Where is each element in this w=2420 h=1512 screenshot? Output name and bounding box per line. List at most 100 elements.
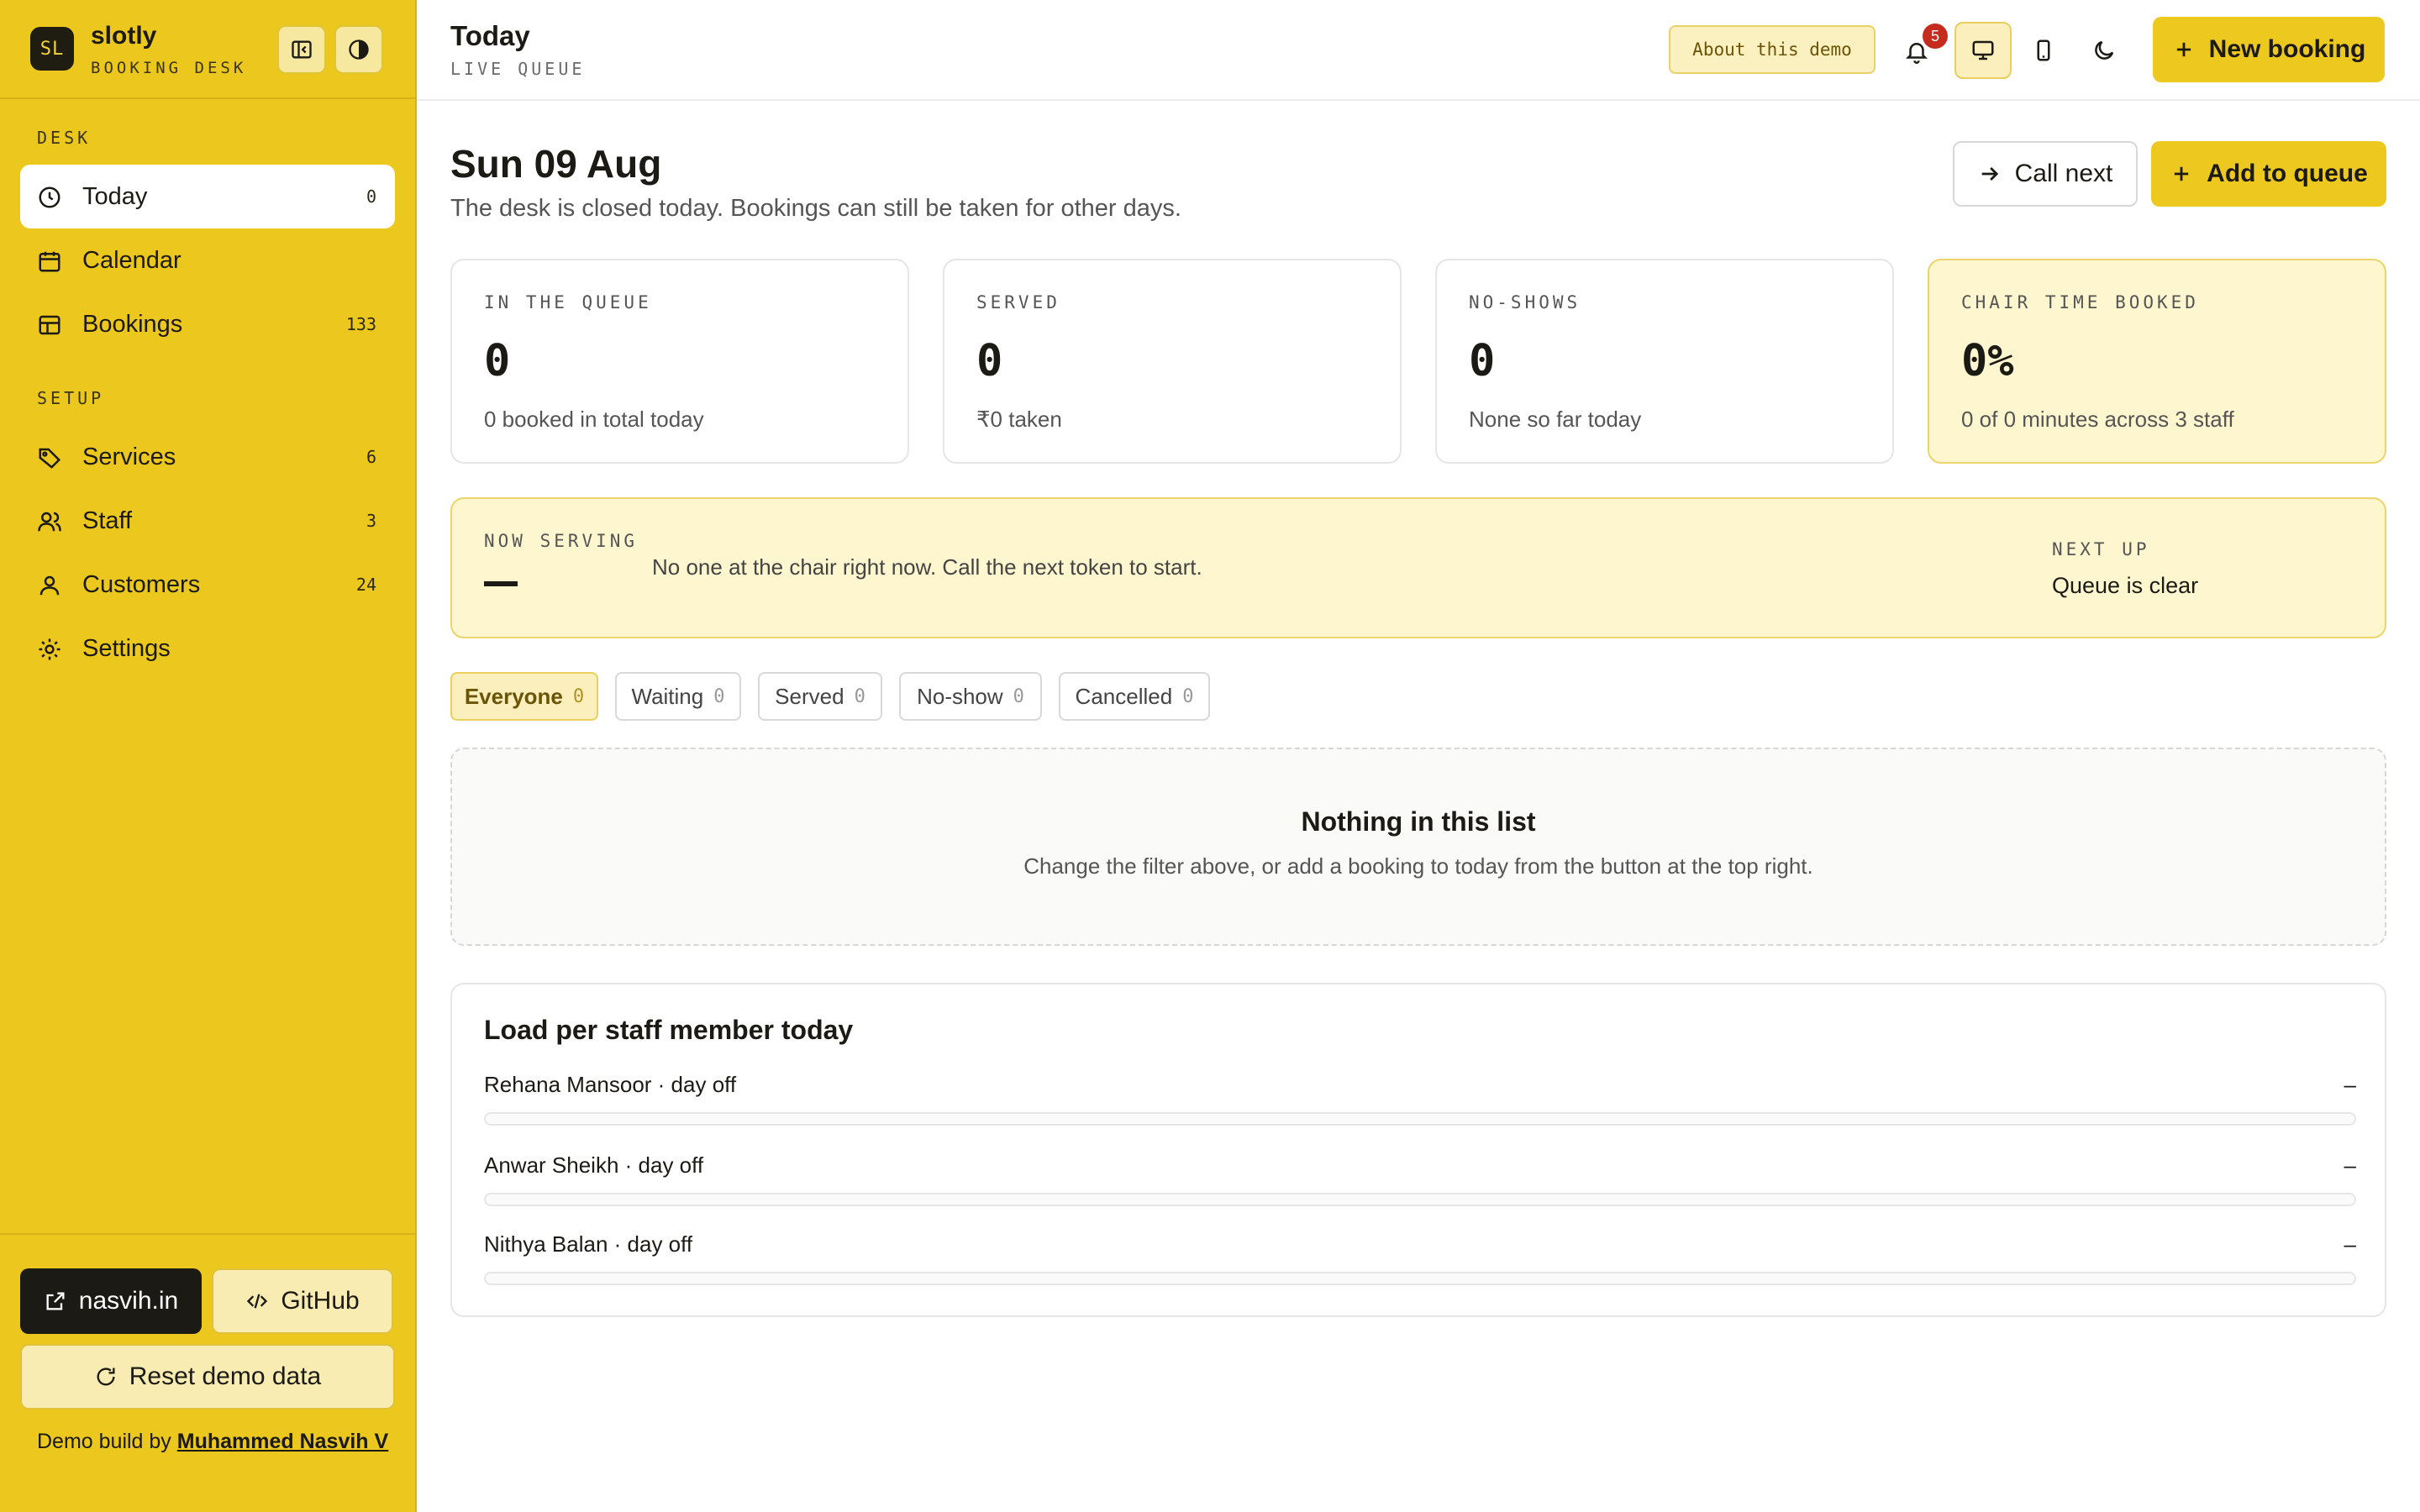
phone-icon xyxy=(2037,39,2050,61)
sidebar-item-customers[interactable]: Customers 24 xyxy=(20,553,395,617)
staff-load-value: – xyxy=(2344,1231,2356,1257)
refresh-icon xyxy=(97,1368,115,1386)
about-demo-button[interactable]: About this demo xyxy=(1669,25,1876,74)
sidebar-item-label: Customers xyxy=(82,570,201,598)
sidebar-item-label: Settings xyxy=(82,634,171,662)
add-to-queue-label: Add to queue xyxy=(2207,160,2368,187)
top-bar: Today LIVE QUEUE About this demo 5 New b… xyxy=(417,0,2420,101)
filter-served[interactable]: Served 0 xyxy=(758,672,882,721)
filter-no-show[interactable]: No-show 0 xyxy=(899,672,1042,721)
staff-load-value: – xyxy=(2344,1072,2356,1097)
brand-subtitle: BOOKING DESK xyxy=(91,59,247,77)
sidebar-item-count: 6 xyxy=(366,447,376,467)
dark-mode-button[interactable] xyxy=(2075,22,2133,79)
sidebar-item-count: 133 xyxy=(345,314,376,334)
add-to-queue-button[interactable]: Add to queue xyxy=(2151,141,2386,207)
plus-icon xyxy=(2175,166,2189,181)
stat-card-queue: IN THE QUEUE 0 0 booked in total today xyxy=(450,259,909,464)
sidebar-item-today[interactable]: Today 0 xyxy=(20,165,395,228)
sidebar-footer: nasvih.in GitHub Reset demo data Demo bu… xyxy=(0,1233,415,1512)
external-link-icon xyxy=(46,1292,65,1310)
stat-description: None so far today xyxy=(1469,407,1642,432)
staff-load-bar xyxy=(484,1193,2356,1206)
staff-load-value: – xyxy=(2344,1152,2356,1178)
empty-state-description: Change the filter above, or add a bookin… xyxy=(1023,853,1813,879)
filter-waiting[interactable]: Waiting 0 xyxy=(615,672,741,721)
theme-contrast-button[interactable] xyxy=(334,25,383,74)
collapse-sidebar-button[interactable] xyxy=(277,25,326,74)
users-icon xyxy=(38,512,61,532)
sidebar-item-count: 0 xyxy=(366,186,376,207)
code-icon xyxy=(247,1294,268,1309)
page-title: Today xyxy=(450,20,530,51)
stat-label: CHAIR TIME BOOKED xyxy=(1961,292,2199,312)
filter-cancelled[interactable]: Cancelled 0 xyxy=(1059,672,1210,721)
monitor-icon xyxy=(1972,40,1994,60)
author-link[interactable]: Muhammed Nasvih V xyxy=(177,1430,388,1453)
section-label-desk: DESK xyxy=(37,128,92,148)
desk-status-notice: The desk is closed today. Bookings can s… xyxy=(450,195,1181,222)
tag-icon xyxy=(39,448,61,469)
mobile-view-button[interactable] xyxy=(2015,22,2072,79)
sidebar-item-bookings[interactable]: Bookings 133 xyxy=(20,292,395,356)
next-up-value: Queue is clear xyxy=(2052,573,2199,598)
sidebar-item-label: Services xyxy=(82,443,176,470)
staff-load-row: Nithya Balan · day off – xyxy=(484,1231,2356,1299)
sidebar: SL slotly BOOKING DESK DESK Today 0 Cale… xyxy=(0,0,417,1512)
stat-card-served: SERVED 0 ₹0 taken xyxy=(943,259,1402,464)
notification-badge: 5 xyxy=(1923,24,1948,49)
now-serving-label: NOW SERVING xyxy=(484,531,639,551)
new-booking-button[interactable]: New booking xyxy=(2153,17,2385,82)
staff-load-card: Load per staff member today Rehana Manso… xyxy=(450,983,2386,1317)
stat-label: NO-SHOWS xyxy=(1469,292,1581,312)
sidebar-item-services[interactable]: Services 6 xyxy=(20,425,395,489)
sidebar-item-label: Bookings xyxy=(82,310,183,338)
staff-load-bar xyxy=(484,1272,2356,1285)
calendar-icon xyxy=(39,251,60,272)
staff-name: Nithya Balan · day off xyxy=(484,1231,693,1257)
filter-count: 0 xyxy=(713,685,725,707)
sidebar-item-calendar[interactable]: Calendar xyxy=(20,228,395,292)
next-up-label: NEXT UP xyxy=(2052,539,2150,559)
filter-label: Everyone xyxy=(464,683,563,709)
stat-label: IN THE QUEUE xyxy=(484,292,652,312)
stat-card-no-shows: NO-SHOWS 0 None so far today xyxy=(1435,259,1894,464)
sidebar-item-count: 24 xyxy=(355,575,376,595)
brand-name: slotly xyxy=(91,22,157,50)
staff-load-bar xyxy=(484,1112,2356,1126)
stat-description: 0 of 0 minutes across 3 staff xyxy=(1961,407,2234,432)
date-heading: Sun 09 Aug xyxy=(450,142,662,186)
github-label: GitHub xyxy=(281,1287,360,1315)
brand-logo: SL xyxy=(30,27,74,71)
stat-card-chair-time: CHAIR TIME BOOKED 0% 0 of 0 minutes acro… xyxy=(1928,259,2386,464)
empty-state-title: Nothing in this list xyxy=(1301,806,1536,837)
sidebar-item-label: Staff xyxy=(82,507,133,534)
brand-header: SL slotly BOOKING DESK xyxy=(0,0,415,99)
credit-text: Demo build by Muhammed Nasvih V xyxy=(37,1426,390,1457)
reset-demo-button[interactable]: Reset demo data xyxy=(20,1344,395,1410)
plus-icon xyxy=(2176,42,2191,57)
empty-state: Nothing in this list Change the filter a… xyxy=(450,748,2386,946)
staff-load-row: Rehana Mansoor · day off – xyxy=(484,1072,2356,1139)
desktop-view-button[interactable] xyxy=(1954,22,2012,79)
site-link-button[interactable]: nasvih.in xyxy=(20,1268,202,1334)
clock-icon xyxy=(39,186,60,208)
site-link-label: nasvih.in xyxy=(78,1287,179,1315)
stat-description: 0 booked in total today xyxy=(484,407,704,432)
call-next-button[interactable]: Call next xyxy=(1953,141,2138,207)
arrow-right-icon xyxy=(1981,167,1998,181)
github-button[interactable]: GitHub xyxy=(212,1268,393,1334)
filter-count: 0 xyxy=(854,685,865,707)
filter-count: 0 xyxy=(1182,685,1194,707)
page-subtitle: LIVE QUEUE xyxy=(450,59,586,79)
new-booking-label: New booking xyxy=(2208,35,2366,63)
stat-value: 0% xyxy=(1961,336,2014,386)
sidebar-item-staff[interactable]: Staff 3 xyxy=(20,489,395,553)
filter-count: 0 xyxy=(1013,685,1024,707)
staff-name: Rehana Mansoor · day off xyxy=(484,1072,737,1097)
now-serving-message: No one at the chair right now. Call the … xyxy=(652,554,1202,580)
sidebar-item-settings[interactable]: Settings xyxy=(20,617,395,680)
filter-label: No-show xyxy=(917,683,1003,709)
filter-everyone[interactable]: Everyone 0 xyxy=(450,672,598,721)
gear-icon xyxy=(39,638,60,660)
